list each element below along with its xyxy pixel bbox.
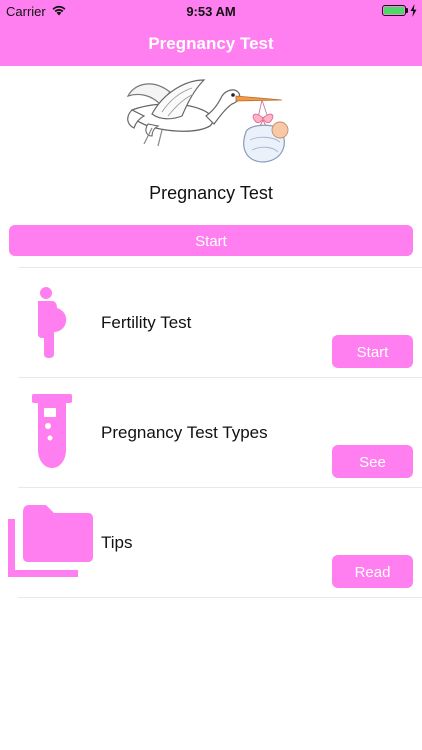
divider xyxy=(18,267,422,268)
page-title: Pregnancy Test xyxy=(148,34,274,53)
test-tube-icon xyxy=(32,394,72,468)
battery-icon xyxy=(382,5,406,16)
navigation-bar: Carrier 9:53 AM Pregnancy Test xyxy=(0,0,422,66)
fertility-test-start-button[interactable]: Start xyxy=(332,335,413,368)
pregnancy-test-start-button[interactable]: Start xyxy=(9,225,413,256)
divider xyxy=(18,377,422,378)
battery-tip xyxy=(406,8,408,13)
tips-label: Tips xyxy=(101,533,133,552)
charging-bolt-icon xyxy=(410,4,417,17)
divider xyxy=(18,487,422,488)
stork-illustration xyxy=(126,79,289,163)
pregnant-woman-icon xyxy=(38,287,67,358)
divider xyxy=(18,597,422,598)
clock: 9:53 AM xyxy=(186,4,236,19)
pregnancy-test-title: Pregnancy Test xyxy=(149,183,273,203)
pregnancy-test-types-see-button[interactable]: See xyxy=(332,445,413,478)
pregnancy-test-types-label: Pregnancy Test Types xyxy=(101,423,268,442)
status-bar: Carrier 9:53 AM xyxy=(0,0,422,22)
folder-icon xyxy=(8,505,93,577)
fertility-test-label: Fertility Test xyxy=(101,313,192,332)
tips-read-button[interactable]: Read xyxy=(332,555,413,588)
